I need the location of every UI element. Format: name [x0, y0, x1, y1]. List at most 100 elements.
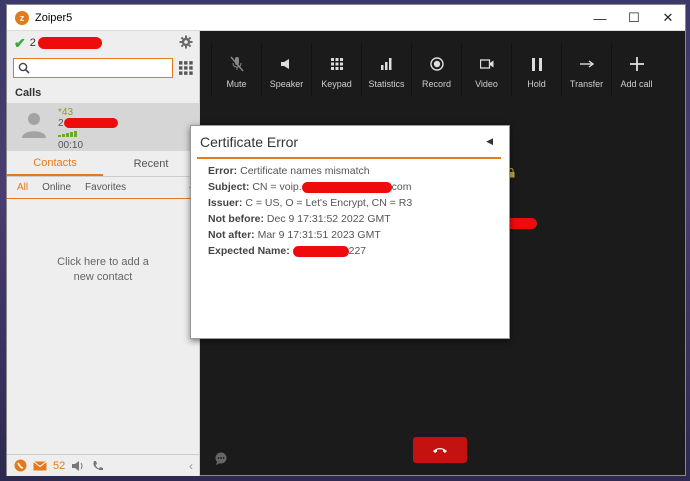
message-count: 52	[53, 459, 66, 472]
hangup-button[interactable]	[413, 437, 467, 463]
plus-icon	[629, 55, 644, 73]
window-controls: — ☐ ✕	[583, 5, 685, 31]
issuer-label: Issuer:	[208, 197, 243, 209]
add-call-button[interactable]: Add call	[611, 43, 661, 95]
pause-icon	[531, 55, 542, 73]
add-contact-hint[interactable]: Click here to add a new contact	[51, 255, 155, 285]
search-icon	[18, 62, 30, 74]
message-icon[interactable]	[33, 459, 47, 473]
phone-signal-icon[interactable]	[91, 459, 105, 473]
issuer-row: Issuer: C = US, O = Let's Encrypt, CN = …	[208, 195, 412, 211]
speaker-button[interactable]: Speaker	[261, 43, 311, 95]
dialpad-icon[interactable]	[179, 61, 193, 75]
bottom-bar: 52 ‹	[7, 454, 199, 476]
filter-all[interactable]: All	[17, 182, 28, 193]
hold-label: Hold	[527, 79, 546, 89]
call-toolbar: Mute Speaker Keypad Statistics Record Vi…	[211, 43, 661, 95]
video-icon	[479, 55, 494, 73]
search-input[interactable]	[34, 62, 164, 74]
maximize-button[interactable]: ☐	[617, 5, 651, 31]
status-check-icon: ✔	[14, 34, 26, 51]
left-panel: ✔ 2 Calls *43 2 00:10 Contacts Recent Al…	[7, 31, 200, 476]
transfer-label: Transfer	[569, 79, 604, 89]
chat-icon[interactable]	[214, 452, 228, 466]
collapse-arrow-icon[interactable]: ◀	[486, 136, 493, 147]
not-before-value: Dec 9 17:31:52 2022 GMT	[266, 213, 391, 225]
app-window: z Zoiper5 — ☐ ✕ ✔ 2 Calls *43 2 00:10 Co…	[6, 4, 686, 476]
dialog-title: Certificate Error	[200, 134, 299, 150]
statistics-button[interactable]: Statistics	[361, 43, 411, 95]
issuer-value: C = US, O = Let's Encrypt, CN = R3	[245, 197, 413, 209]
call-duration: 00:10	[58, 140, 84, 151]
subject-value-prefix: CN = voip.	[252, 181, 302, 193]
call-number: *43	[58, 107, 74, 118]
mute-label: Mute	[226, 79, 247, 89]
collapse-panel-icon[interactable]: ‹	[189, 459, 193, 473]
not-after-value: Mar 9 17:31:51 2023 GMT	[257, 229, 381, 241]
call-details: *43 2 00:10	[58, 107, 118, 151]
expected-name-row: Expected Name: 227	[208, 243, 412, 259]
dialog-body: Error: Certificate names mismatch Subjec…	[208, 163, 412, 259]
video-button[interactable]: Video	[461, 43, 511, 95]
contacts-tabs: Contacts Recent	[7, 151, 199, 177]
search-field[interactable]	[13, 58, 174, 78]
record-button[interactable]: Record	[411, 43, 461, 95]
redaction-mark	[37, 37, 102, 49]
filter-favorites[interactable]: Favorites	[85, 182, 126, 193]
volume-icon[interactable]	[71, 459, 85, 473]
error-value: Certificate names mismatch	[240, 165, 370, 177]
subject-label: Subject:	[208, 181, 250, 193]
call-line2: 2	[58, 118, 118, 129]
speaker-icon	[280, 55, 294, 73]
calls-heading: Calls	[15, 87, 42, 99]
filter-online[interactable]: Online	[42, 182, 71, 193]
record-icon	[429, 55, 444, 73]
minimize-button[interactable]: —	[583, 5, 617, 31]
account-name: 2	[29, 37, 36, 49]
tab-recent[interactable]: Recent	[103, 151, 199, 176]
error-label: Error:	[208, 165, 238, 177]
add-call-label: Add call	[620, 79, 653, 89]
tab-contacts[interactable]: Contacts	[7, 151, 103, 176]
dialog-divider	[197, 157, 501, 159]
video-label: Video	[475, 79, 498, 89]
call-line2-prefix: 2	[58, 118, 64, 129]
error-row: Error: Certificate names mismatch	[208, 163, 412, 179]
redaction-mark	[301, 181, 392, 193]
zoiper-logo-icon: z	[15, 10, 29, 25]
expected-name-suffix: 227	[348, 245, 367, 257]
avatar	[22, 113, 46, 138]
not-after-row: Not after: Mar 9 17:31:51 2023 GMT	[208, 227, 412, 243]
subject-row: Subject: CN = voip. com	[208, 179, 412, 195]
mute-button[interactable]: Mute	[211, 43, 261, 95]
contact-filters: All Online Favorites −	[7, 177, 199, 199]
hold-button[interactable]: Hold	[511, 43, 561, 95]
keypad-icon	[330, 55, 343, 73]
subject-value-suffix: com	[391, 181, 412, 193]
signal-strength	[58, 129, 118, 140]
transfer-icon	[579, 55, 594, 73]
account-status-row[interactable]: ✔ 2	[7, 31, 199, 55]
zoiper-status-icon[interactable]	[13, 459, 27, 473]
keypad-button[interactable]: Keypad	[311, 43, 361, 95]
search-row	[7, 55, 199, 81]
hangup-phone-icon	[433, 448, 447, 453]
gear-icon[interactable]	[179, 35, 193, 49]
not-before-label: Not before:	[208, 213, 264, 225]
window-title: Zoiper5	[35, 11, 73, 24]
redaction-mark	[292, 245, 349, 257]
call-list-item[interactable]: *43 2 00:10	[7, 103, 199, 151]
expected-name-label: Expected Name:	[208, 245, 290, 257]
close-button[interactable]: ✕	[651, 5, 685, 31]
statistics-label: Statistics	[368, 79, 405, 89]
not-before-row: Not before: Dec 9 17:31:52 2022 GMT	[208, 211, 412, 227]
mic-off-icon	[229, 55, 244, 73]
redaction-mark	[63, 118, 118, 129]
not-after-label: Not after:	[208, 229, 255, 241]
transfer-button[interactable]: Transfer	[561, 43, 611, 95]
statistics-icon	[380, 55, 393, 73]
signal-bars-icon	[58, 131, 77, 137]
record-label: Record	[421, 79, 451, 89]
title-bar: z Zoiper5 — ☐ ✕	[7, 5, 685, 31]
keypad-label: Keypad	[321, 79, 352, 89]
